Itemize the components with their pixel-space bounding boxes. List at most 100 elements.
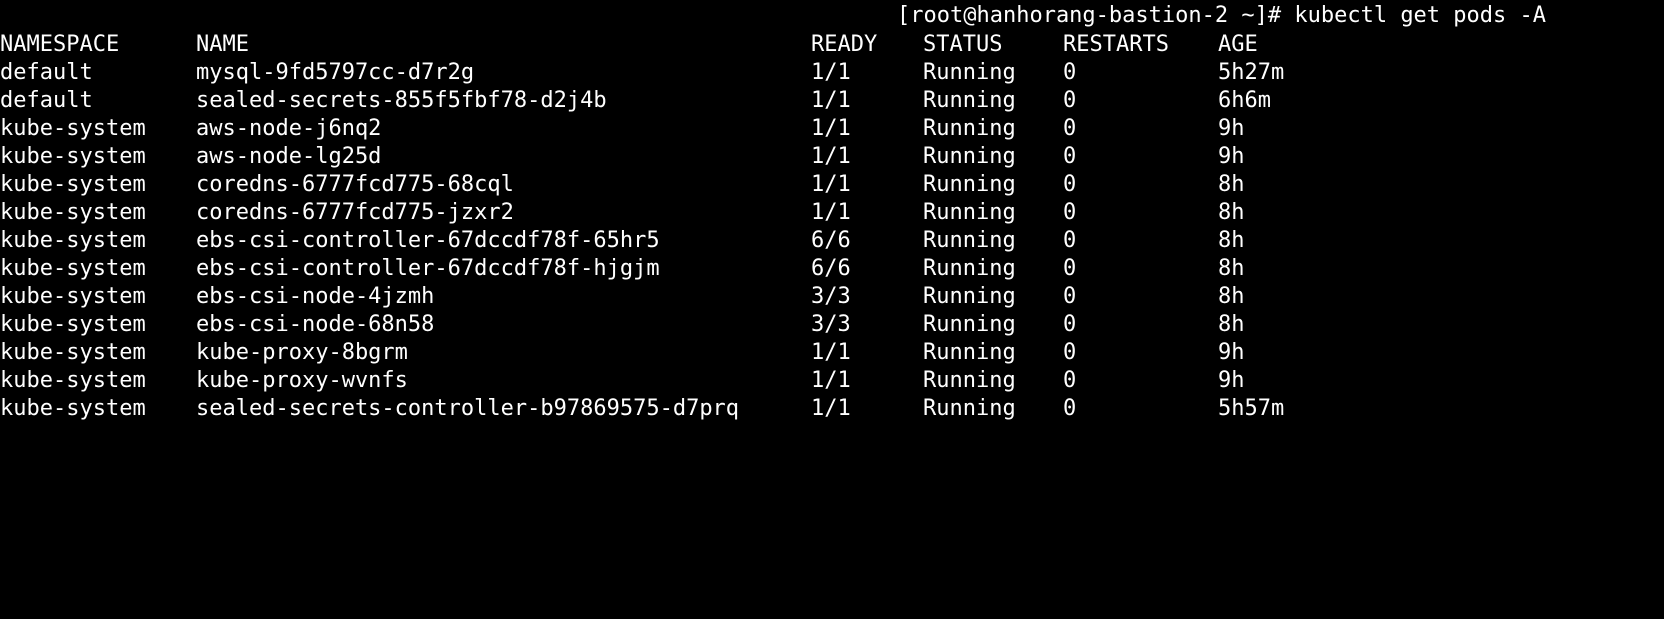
pod-age: 6h6m xyxy=(1218,88,1271,113)
pod-namespace: kube-system xyxy=(0,200,146,225)
pod-age: 8h xyxy=(1218,312,1245,337)
pod-age: 9h xyxy=(1218,144,1245,169)
pod-name: sealed-secrets-855f5fbf78-d2j4b xyxy=(196,88,607,113)
pod-status: Running xyxy=(923,340,1016,365)
pod-age: 5h57m xyxy=(1218,396,1285,421)
pod-status: Running xyxy=(923,144,1016,169)
pod-age: 9h xyxy=(1218,116,1245,141)
pod-status: Running xyxy=(923,88,1016,113)
header-namespace: NAMESPACE xyxy=(0,32,120,57)
pod-namespace: default xyxy=(0,88,93,113)
pod-restarts: 0 xyxy=(1063,200,1077,225)
pod-name: ebs-csi-node-4jzmh xyxy=(196,284,435,309)
header-age: AGE xyxy=(1218,32,1258,57)
pod-ready: 1/1 xyxy=(811,116,851,141)
pod-age: 9h xyxy=(1218,340,1245,365)
pod-status: Running xyxy=(923,228,1016,253)
pod-ready: 3/3 xyxy=(811,312,851,337)
table-header-row: NAMESPACE NAME READY STATUS RESTARTS AGE xyxy=(0,31,1664,59)
pod-ready: 1/1 xyxy=(811,396,851,421)
pod-name: aws-node-lg25d xyxy=(196,144,382,169)
table-row: kube-system kube-proxy-8bgrm 1/1 Running… xyxy=(0,339,1664,367)
table-row: kube-system aws-node-lg25d 1/1 Running 0… xyxy=(0,143,1664,171)
pod-namespace: kube-system xyxy=(0,144,146,169)
pod-age: 9h xyxy=(1218,368,1245,393)
pod-ready: 6/6 xyxy=(811,228,851,253)
pod-name: aws-node-j6nq2 xyxy=(196,116,382,141)
pod-age: 8h xyxy=(1218,228,1245,253)
pod-name: ebs-csi-controller-67dccdf78f-65hr5 xyxy=(196,228,660,253)
pod-name: sealed-secrets-controller-b97869575-d7pr… xyxy=(196,396,740,421)
pod-status: Running xyxy=(923,256,1016,281)
pod-name: ebs-csi-controller-67dccdf78f-hjgjm xyxy=(196,256,660,281)
pod-restarts: 0 xyxy=(1063,144,1077,169)
command-prompt: [root@hanhorang-bastion-2 ~]# kubectl ge… xyxy=(897,3,1547,28)
pod-namespace: kube-system xyxy=(0,256,146,281)
table-row: kube-system sealed-secrets-controller-b9… xyxy=(0,395,1664,423)
pod-name: ebs-csi-node-68n58 xyxy=(196,312,435,337)
pod-ready: 1/1 xyxy=(811,368,851,393)
pods-table: NAMESPACE NAME READY STATUS RESTARTS AGE… xyxy=(0,31,1664,423)
pod-restarts: 0 xyxy=(1063,284,1077,309)
pod-name: kube-proxy-wvnfs xyxy=(196,368,408,393)
pod-restarts: 0 xyxy=(1063,228,1077,253)
header-ready: READY xyxy=(811,32,878,57)
table-row: default sealed-secrets-855f5fbf78-d2j4b … xyxy=(0,87,1664,115)
pod-namespace: kube-system xyxy=(0,228,146,253)
pod-ready: 1/1 xyxy=(811,340,851,365)
pod-name: kube-proxy-8bgrm xyxy=(196,340,408,365)
pod-ready: 1/1 xyxy=(811,60,851,85)
pod-restarts: 0 xyxy=(1063,60,1077,85)
pod-restarts: 0 xyxy=(1063,312,1077,337)
header-status: STATUS xyxy=(923,32,1003,57)
pod-ready: 1/1 xyxy=(811,144,851,169)
pod-restarts: 0 xyxy=(1063,396,1077,421)
pod-namespace: default xyxy=(0,60,93,85)
table-row: kube-system ebs-csi-controller-67dccdf78… xyxy=(0,227,1664,255)
table-row: kube-system aws-node-j6nq2 1/1 Running 0… xyxy=(0,115,1664,143)
pod-namespace: kube-system xyxy=(0,368,146,393)
pod-age: 8h xyxy=(1218,200,1245,225)
header-name: NAME xyxy=(196,32,249,57)
table-row: kube-system coredns-6777fcd775-68cql 1/1… xyxy=(0,171,1664,199)
pod-restarts: 0 xyxy=(1063,116,1077,141)
pod-age: 8h xyxy=(1218,172,1245,197)
pod-status: Running xyxy=(923,116,1016,141)
pod-namespace: kube-system xyxy=(0,284,146,309)
pod-age: 8h xyxy=(1218,284,1245,309)
pod-restarts: 0 xyxy=(1063,172,1077,197)
table-row: kube-system coredns-6777fcd775-jzxr2 1/1… xyxy=(0,199,1664,227)
pod-status: Running xyxy=(923,200,1016,225)
pod-ready: 1/1 xyxy=(811,88,851,113)
pod-ready: 6/6 xyxy=(811,256,851,281)
pod-status: Running xyxy=(923,284,1016,309)
pod-ready: 3/3 xyxy=(811,284,851,309)
table-row: default mysql-9fd5797cc-d7r2g 1/1 Runnin… xyxy=(0,59,1664,87)
header-restarts: RESTARTS xyxy=(1063,32,1169,57)
pod-status: Running xyxy=(923,368,1016,393)
pod-ready: 1/1 xyxy=(811,172,851,197)
pod-namespace: kube-system xyxy=(0,396,146,421)
table-row: kube-system kube-proxy-wvnfs 1/1 Running… xyxy=(0,367,1664,395)
pod-namespace: kube-system xyxy=(0,116,146,141)
pod-name: coredns-6777fcd775-jzxr2 xyxy=(196,200,514,225)
pod-status: Running xyxy=(923,60,1016,85)
terminal-window[interactable]: [root@hanhorang-bastion-2 ~]# kubectl ge… xyxy=(0,0,1664,422)
pod-restarts: 0 xyxy=(1063,340,1077,365)
pod-namespace: kube-system xyxy=(0,340,146,365)
pod-restarts: 0 xyxy=(1063,88,1077,113)
pod-restarts: 0 xyxy=(1063,256,1077,281)
pod-age: 8h xyxy=(1218,256,1245,281)
pod-status: Running xyxy=(923,396,1016,421)
table-row: kube-system ebs-csi-node-68n58 3/3 Runni… xyxy=(0,311,1664,339)
pod-namespace: kube-system xyxy=(0,312,146,337)
pod-age: 5h27m xyxy=(1218,60,1285,85)
table-row: kube-system ebs-csi-controller-67dccdf78… xyxy=(0,255,1664,283)
pod-status: Running xyxy=(923,172,1016,197)
pod-restarts: 0 xyxy=(1063,368,1077,393)
pod-name: mysql-9fd5797cc-d7r2g xyxy=(196,60,475,85)
pod-ready: 1/1 xyxy=(811,200,851,225)
pod-status: Running xyxy=(923,312,1016,337)
pod-namespace: kube-system xyxy=(0,172,146,197)
pod-name: coredns-6777fcd775-68cql xyxy=(196,172,514,197)
